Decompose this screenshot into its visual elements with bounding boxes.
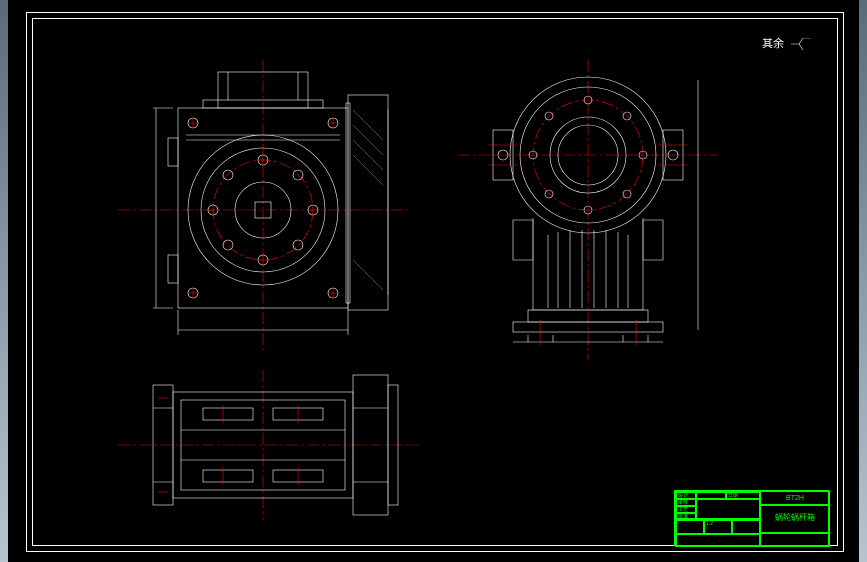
surface-finish-symbol — [791, 38, 811, 50]
tb-designer-val — [696, 492, 726, 499]
title-block: 设计 审核 工艺 批准 日期 BT2H 蜗轮蜗杆箱 1:2 — [674, 490, 829, 546]
tb-left-section: 设计 审核 工艺 批准 日期 — [675, 491, 760, 519]
tb-scale-label — [676, 520, 704, 534]
side-view — [458, 60, 718, 360]
tb-company-label: 工艺 — [676, 506, 696, 513]
tb-grid — [696, 499, 760, 519]
tb-designer-label: 设计 — [676, 492, 696, 499]
tb-bottom-right — [760, 533, 830, 547]
tb-scale-val: 1:2 — [704, 520, 732, 534]
front-view — [118, 60, 408, 350]
tb-material — [676, 534, 760, 547]
top-view — [118, 370, 418, 520]
tb-checker-label: 审核 — [676, 499, 696, 506]
tb-date-label: 日期 — [726, 492, 760, 499]
tb-sheet — [732, 520, 760, 534]
tb-bottom-left: 1:2 — [675, 519, 760, 547]
tb-drawing-title: 蜗轮蜗杆箱 — [760, 505, 830, 533]
surface-finish-note: 其余 — [762, 35, 784, 51]
tb-drawing-number: BT2H — [760, 491, 830, 505]
cad-canvas: 其余 — [8, 0, 859, 562]
